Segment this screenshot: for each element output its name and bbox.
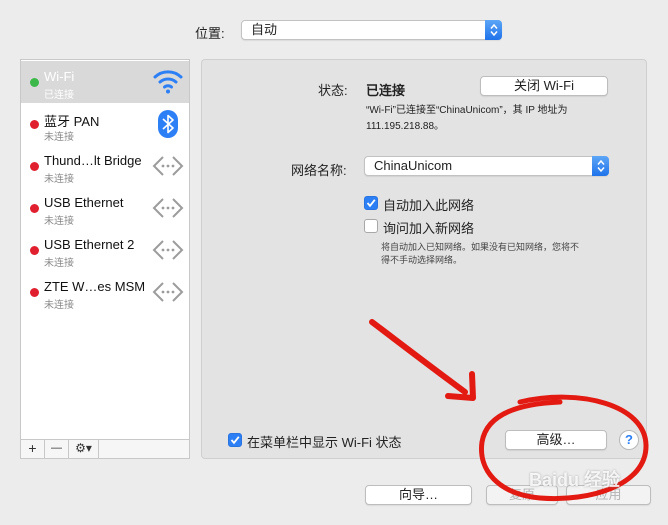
- auto-join-label: 自动加入此网络: [383, 198, 475, 213]
- network-name: ZTE W…es MSM: [44, 279, 146, 294]
- network-name: USB Ethernet 2: [44, 237, 135, 252]
- join-hint-line2: 得不手动选择网络。: [381, 255, 463, 265]
- ethernet-icon: [152, 235, 184, 265]
- status-detail-line1: “Wi-Fi”已连接至“ChinaUnicom”，其 IP 地址为: [366, 105, 568, 116]
- remove-service-button[interactable]: —: [45, 440, 69, 458]
- wifi-icon: [152, 67, 184, 97]
- network-name: Wi-Fi: [44, 69, 75, 84]
- join-hint-line1: 将自动加入已知网络。如果没有已知网络，您将不: [381, 242, 580, 252]
- status-dot-disconnected: [30, 288, 39, 297]
- assist-me-button[interactable]: 向导…: [365, 485, 472, 505]
- baidu-watermark: Baidu 经验: [529, 470, 621, 490]
- network-status: 已连接: [44, 90, 74, 101]
- network-item-bluetooth-pan[interactable]: 蓝牙 PAN 未连接: [21, 103, 189, 145]
- network-name: USB Ethernet: [44, 195, 124, 210]
- show-in-menubar-label: 在菜单栏中显示 Wi-Fi 状态: [247, 435, 402, 450]
- network-item-wifi[interactable]: Wi-Fi 已连接: [21, 61, 189, 103]
- sidebar-toolbar: + — ⚙▾: [20, 439, 190, 459]
- help-button[interactable]: ?: [619, 430, 639, 450]
- network-status: 未连接: [44, 132, 74, 143]
- auto-join-checkbox[interactable]: [364, 196, 378, 210]
- gear-menu-button[interactable]: ⚙▾: [69, 440, 99, 458]
- status-dot-disconnected: [30, 162, 39, 171]
- bluetooth-icon: [152, 109, 184, 139]
- network-status: 未连接: [44, 258, 74, 269]
- status-label: 状态:: [318, 83, 348, 98]
- network-name-value: ChinaUnicom: [374, 158, 453, 173]
- ask-join-label: 询问加入新网络: [383, 221, 475, 236]
- ethernet-icon: [152, 193, 184, 223]
- ethernet-icon: [152, 277, 184, 307]
- status-dot-connected: [30, 78, 39, 87]
- network-name: Thund…lt Bridge: [44, 153, 142, 168]
- add-service-button[interactable]: +: [21, 440, 45, 458]
- show-in-menubar-checkbox[interactable]: [228, 433, 242, 447]
- network-status: 未连接: [44, 300, 74, 311]
- checkmark-icon: [230, 436, 240, 445]
- location-value: 自动: [251, 22, 278, 37]
- select-stepper-icon: [592, 156, 609, 176]
- ask-join-checkbox[interactable]: [364, 219, 378, 233]
- turn-off-wifi-button[interactable]: 关闭 Wi-Fi: [480, 76, 608, 96]
- network-item-usb-ethernet-2[interactable]: USB Ethernet 2 未连接: [21, 229, 189, 271]
- network-item-thunderbolt-bridge[interactable]: Thund…lt Bridge 未连接: [21, 145, 189, 187]
- status-dot-disconnected: [30, 120, 39, 129]
- advanced-button[interactable]: 高级…: [505, 430, 607, 450]
- network-name-label: 网络名称:: [291, 163, 347, 178]
- network-status: 未连接: [44, 174, 74, 185]
- location-select[interactable]: 自动: [241, 20, 502, 40]
- location-label: 位置:: [195, 26, 225, 41]
- status-value: 已连接: [366, 83, 406, 98]
- network-status: 未连接: [44, 216, 74, 227]
- status-dot-disconnected: [30, 246, 39, 255]
- status-dot-disconnected: [30, 204, 39, 213]
- ethernet-icon: [152, 151, 184, 181]
- select-stepper-icon: [485, 20, 502, 40]
- network-item-usb-ethernet[interactable]: USB Ethernet 未连接: [21, 187, 189, 229]
- status-detail-line2: 111.195.218.88。: [366, 121, 445, 132]
- network-name-select[interactable]: ChinaUnicom: [364, 156, 609, 176]
- network-service-list: Wi-Fi 已连接 蓝牙 PAN 未连接 Thund…lt Bridge 未连接: [20, 59, 190, 459]
- network-item-zte-msm[interactable]: ZTE W…es MSM 未连接: [21, 271, 189, 313]
- checkmark-icon: [366, 199, 376, 208]
